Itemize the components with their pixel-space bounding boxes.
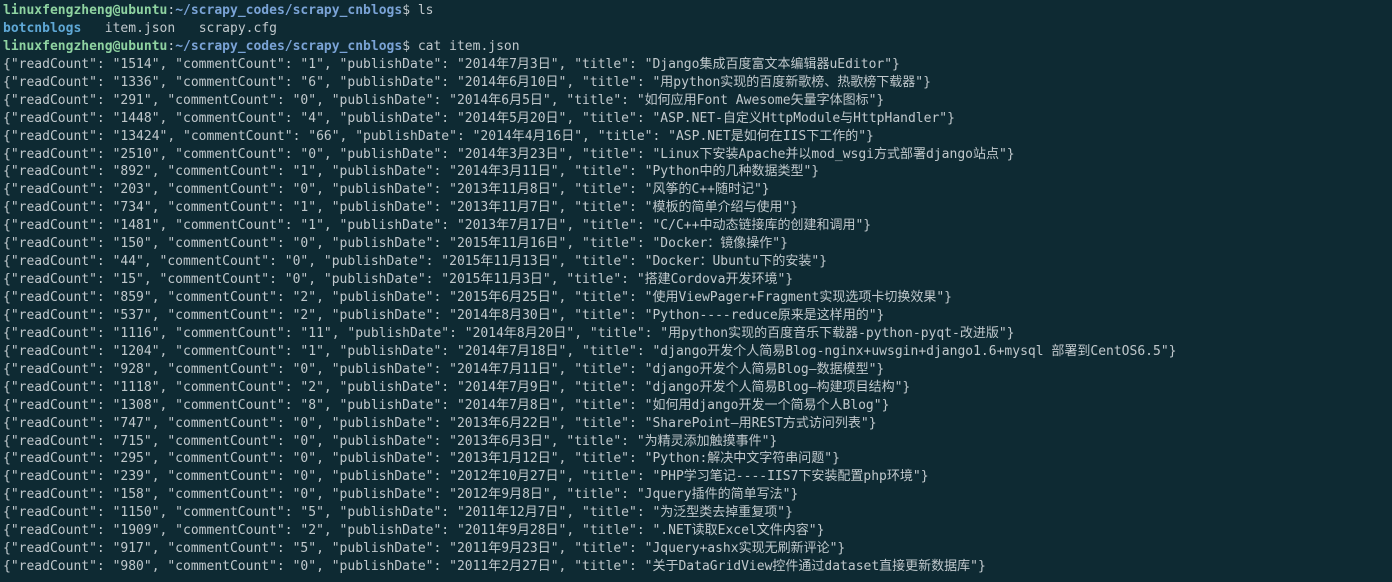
prompt-path: ~/scrapy_codes/scrapy_cnblogs (175, 3, 402, 18)
json-output-line: {"readCount": "150", "commentCount": "0"… (3, 235, 1389, 253)
json-output-line: {"readCount": "715", "commentCount": "0"… (3, 433, 1389, 451)
json-output-line: {"readCount": "537", "commentCount": "2"… (3, 307, 1389, 325)
json-output-line: {"readCount": "747", "commentCount": "0"… (3, 415, 1389, 433)
json-output-line: {"readCount": "13424", "commentCount": "… (3, 128, 1389, 146)
json-output-line: {"readCount": "734", "commentCount": "1"… (3, 199, 1389, 217)
json-output-line: {"readCount": "892", "commentCount": "1"… (3, 163, 1389, 181)
json-output-line: {"readCount": "859", "commentCount": "2"… (3, 289, 1389, 307)
json-output-line: {"readCount": "1336", "commentCount": "6… (3, 74, 1389, 92)
json-output-line: {"readCount": "928", "commentCount": "0"… (3, 361, 1389, 379)
json-output-line: {"readCount": "291", "commentCount": "0"… (3, 92, 1389, 110)
json-output-line: {"readCount": "917", "commentCount": "5"… (3, 540, 1389, 558)
command-text: cat item.json (418, 39, 520, 54)
terminal-output[interactable]: linuxfengzheng@ubuntu:~/scrapy_codes/scr… (0, 0, 1392, 578)
json-output-line: {"readCount": "1118", "commentCount": "2… (3, 379, 1389, 397)
command-text: ls (418, 3, 434, 18)
json-output-line: {"readCount": "1448", "commentCount": "4… (3, 110, 1389, 128)
prompt-line: linuxfengzheng@ubuntu:~/scrapy_codes/scr… (3, 2, 1389, 20)
json-output-line: {"readCount": "295", "commentCount": "0"… (3, 450, 1389, 468)
json-output-line: {"readCount": "1514", "commentCount": "1… (3, 56, 1389, 74)
prompt-user: linuxfengzheng@ubuntu (3, 3, 167, 18)
directory-entry: botcnblogs (3, 21, 81, 36)
json-output-line: {"readCount": "1116", "commentCount": "1… (3, 325, 1389, 343)
json-output-line: {"readCount": "2510", "commentCount": "0… (3, 146, 1389, 164)
json-output-line: {"readCount": "239", "commentCount": "0"… (3, 468, 1389, 486)
json-output-line: {"readCount": "44", "commentCount": "0",… (3, 253, 1389, 271)
json-output-line: {"readCount": "1481", "commentCount": "1… (3, 217, 1389, 235)
json-output-line: {"readCount": "15", "commentCount": "0",… (3, 271, 1389, 289)
json-output-line: {"readCount": "1308", "commentCount": "8… (3, 397, 1389, 415)
json-output-line: {"readCount": "1204", "commentCount": "1… (3, 343, 1389, 361)
ls-output: botcnblogs item.json scrapy.cfg (3, 20, 1389, 38)
json-output-line: {"readCount": "1150", "commentCount": "5… (3, 504, 1389, 522)
prompt-user: linuxfengzheng@ubuntu (3, 39, 167, 54)
file-entry: scrapy.cfg (199, 21, 277, 36)
prompt-path: ~/scrapy_codes/scrapy_cnblogs (175, 39, 402, 54)
json-output-line: {"readCount": "980", "commentCount": "0"… (3, 558, 1389, 576)
json-output-line: {"readCount": "1909", "commentCount": "2… (3, 522, 1389, 540)
file-entry: item.json (105, 21, 175, 36)
json-output-line: {"readCount": "158", "commentCount": "0"… (3, 486, 1389, 504)
json-output-line: {"readCount": "203", "commentCount": "0"… (3, 181, 1389, 199)
prompt-line: linuxfengzheng@ubuntu:~/scrapy_codes/scr… (3, 38, 1389, 56)
